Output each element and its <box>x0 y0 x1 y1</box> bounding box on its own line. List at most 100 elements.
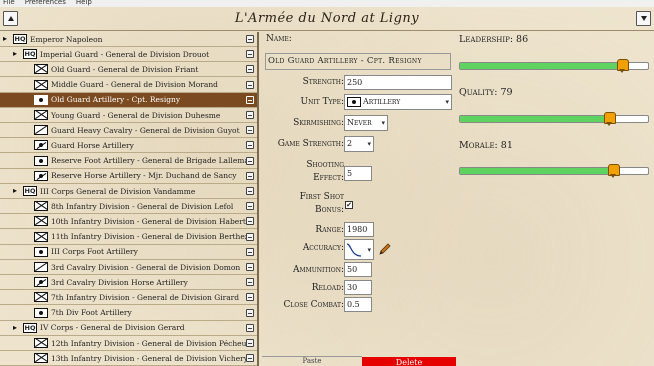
morale-slider[interactable] <box>459 167 649 175</box>
tree-hq-row[interactable]: ▸ HQ III Corps General de Division Vandamm… <box>0 184 257 199</box>
copy-icon[interactable] <box>246 187 254 195</box>
name-input[interactable]: Old Guard Artillery - Cpt. Resigny <box>265 53 451 70</box>
hq-icon: HQ <box>23 322 37 333</box>
pencil-icon[interactable] <box>378 242 392 256</box>
tree-unit-row[interactable]: 10th Infantry Division - General de Divi… <box>0 214 257 230</box>
morale-label: Morale: 81 <box>459 140 513 151</box>
tree-unit-row[interactable]: 3rd Cavalry Division - General de Divisi… <box>0 260 257 275</box>
game-strength-label: Game Strength: <box>277 139 344 149</box>
tree-unit-row[interactable]: 12th Infantry Division - General de Divi… <box>0 336 257 351</box>
menu-file[interactable]: File <box>3 0 15 7</box>
menu-preferences[interactable]: Preferences <box>25 0 66 7</box>
copy-icon[interactable] <box>246 35 254 43</box>
artillery-icon <box>34 94 48 105</box>
copy-icon[interactable] <box>246 141 254 150</box>
copy-icon[interactable] <box>246 339 254 347</box>
cavalry-icon <box>34 262 48 272</box>
morale-fill <box>460 168 613 174</box>
copy-icon[interactable] <box>246 232 254 241</box>
expand-arrow-icon[interactable]: ▸ <box>3 35 11 43</box>
copy-icon[interactable] <box>246 156 254 165</box>
tree-row-label: 10th Infantry Division - General de Divi… <box>51 216 246 226</box>
leadership-label: Leadership: 86 <box>459 34 529 45</box>
paste-button[interactable]: Paste <box>262 356 362 366</box>
copy-icon[interactable] <box>246 111 254 119</box>
delete-button[interactable]: Delete <box>362 357 456 366</box>
artillery-icon <box>34 307 48 318</box>
morale-thumb[interactable] <box>607 164 620 178</box>
accuracy-label: Accuracy: <box>302 243 344 253</box>
tree-hq-row[interactable]: ▸ HQ Imperial Guard - General de Division … <box>0 47 257 63</box>
infantry-icon <box>34 79 48 90</box>
copy-icon[interactable] <box>246 65 254 74</box>
copy-icon[interactable] <box>246 95 254 104</box>
quality-fill <box>460 116 609 122</box>
hq-icon: HQ <box>13 34 27 44</box>
tree-unit-row[interactable]: 8th Infantry Division - General de Divis… <box>0 199 257 215</box>
tree-unit-row[interactable]: III Corps Foot Artillery <box>0 245 257 260</box>
quality-thumb[interactable] <box>604 112 617 126</box>
copy-icon[interactable] <box>246 50 254 59</box>
tree-row-label: Imperial Guard - General de Division Dro… <box>40 49 210 59</box>
skirmishing-select[interactable]: Never ▾ <box>344 115 388 131</box>
tree-hq-row[interactable]: ▸ HQ Emperor Napoleon <box>0 32 257 47</box>
tree-unit-row[interactable]: 7th Infantry Division - General de Divis… <box>0 290 257 306</box>
tree-unit-row[interactable]: Old Guard - General de Division Friant <box>0 62 257 78</box>
leadership-thumb[interactable] <box>617 59 630 73</box>
expand-arrow-icon[interactable]: ▸ <box>13 50 21 58</box>
menu-help[interactable]: Help <box>76 0 92 7</box>
tree-unit-row[interactable]: Guard Horse Artillery <box>0 138 257 154</box>
tree-row-label: Old Guard - General de Division Friant <box>51 64 199 74</box>
copy-icon[interactable] <box>246 202 254 211</box>
reload-input[interactable]: 30 <box>344 280 372 295</box>
chevron-down-icon: ▾ <box>445 98 449 106</box>
tree-row-label: 3rd Cavalry Division - General de Divisi… <box>51 262 241 272</box>
tree-unit-row[interactable]: Guard Heavy Cavalry - General de Divisio… <box>0 123 257 139</box>
copy-icon[interactable] <box>246 293 254 302</box>
hq-icon: HQ <box>23 49 37 60</box>
quality-slider[interactable] <box>459 115 649 123</box>
copy-icon[interactable] <box>246 247 254 256</box>
tree-unit-row[interactable]: Young Guard - General de Division Duhesm… <box>0 108 257 123</box>
copy-icon[interactable] <box>246 217 254 226</box>
unit-type-select[interactable]: Artillery ▾ <box>344 94 452 110</box>
tree-unit-row[interactable]: 3rd Cavalry Division Horse Artillery <box>0 275 257 291</box>
close-combat-input[interactable]: 0.5 <box>344 297 372 312</box>
copy-icon[interactable] <box>246 171 254 180</box>
ammunition-input[interactable]: 50 <box>344 262 372 277</box>
copy-icon[interactable] <box>246 126 254 135</box>
expand-arrow-icon[interactable]: ▸ <box>13 187 21 195</box>
infantry-icon <box>34 292 48 303</box>
title-bar: L'Armée du Nord at Ligny <box>0 7 654 31</box>
copy-icon[interactable] <box>246 323 254 332</box>
tree-unit-row[interactable]: 11th Infantry Division - General de Divi… <box>0 230 257 245</box>
tree-row-label: Guard Horse Artillery <box>51 140 134 150</box>
tree-unit-row[interactable]: Reserve Foot Artillery - General de Brig… <box>0 154 257 169</box>
tree-row-label: 7th Infantry Division - General de Divis… <box>51 292 240 302</box>
expand-button[interactable] <box>636 11 651 26</box>
tree-unit-row[interactable]: Old Guard Artillery - Cpt. Resigny <box>0 92 257 108</box>
game-strength-select[interactable]: 2 ▾ <box>344 136 374 152</box>
copy-icon[interactable] <box>246 278 254 287</box>
leadership-fill <box>460 63 622 69</box>
horse-artillery-icon <box>34 170 48 181</box>
copy-icon[interactable] <box>246 263 254 271</box>
copy-icon[interactable] <box>246 308 254 317</box>
first-shot-checkbox[interactable]: ✔ <box>345 201 353 209</box>
tree-hq-row[interactable]: ▸ HQ IV Corps - General de Division Gerard <box>0 321 257 336</box>
copy-icon[interactable] <box>246 354 254 363</box>
expand-arrow-icon[interactable]: ▸ <box>13 323 21 332</box>
strength-input[interactable]: 250 <box>344 75 452 90</box>
artillery-icon <box>347 97 361 107</box>
range-input[interactable]: 1980 <box>344 222 374 237</box>
tree-unit-row[interactable]: 13th Infantry Division - General de Divi… <box>0 351 257 366</box>
shooting-effect-input[interactable]: 5 <box>344 166 372 181</box>
copy-icon[interactable] <box>246 80 254 89</box>
accuracy-curve-icon <box>346 243 362 257</box>
artillery-icon <box>34 246 48 257</box>
tree-row-label: 11th Infantry Division - General de Divi… <box>51 232 246 242</box>
accuracy-select[interactable]: ▾ <box>344 239 374 260</box>
tree-unit-row[interactable]: Reserve Horse Artillery - Mjr. Duchand d… <box>0 169 257 184</box>
tree-unit-row[interactable]: Middle Guard - General de Division Moran… <box>0 78 257 93</box>
tree-unit-row[interactable]: 7th Div Foot Artillery <box>0 306 257 321</box>
